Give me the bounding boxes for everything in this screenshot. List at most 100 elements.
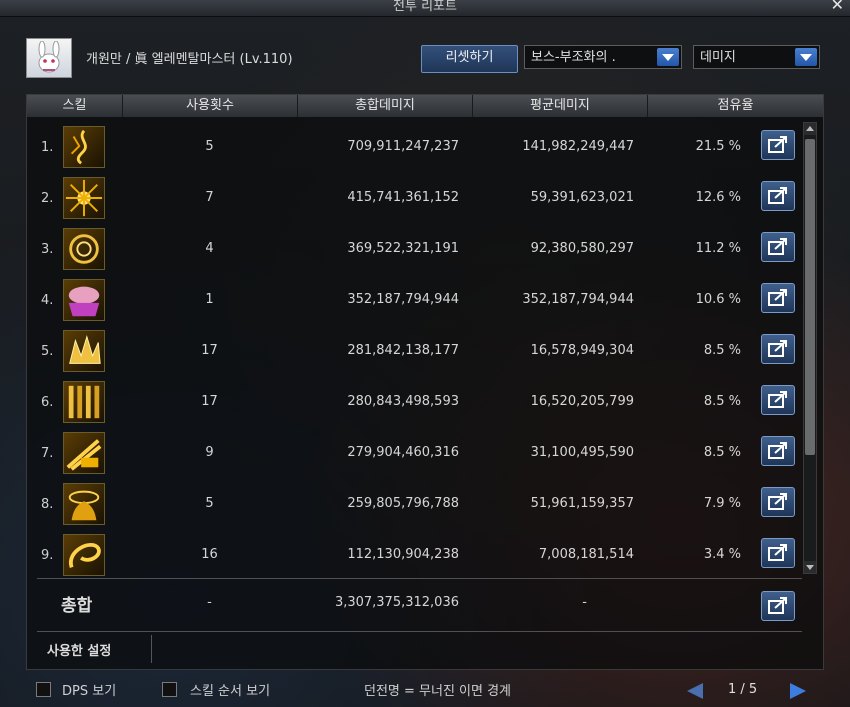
slash-skill-icon [63, 432, 105, 474]
row-share-button[interactable] [761, 130, 795, 160]
fire-spiral-skill-icon [63, 126, 105, 168]
close-icon[interactable]: ✕ [831, 0, 844, 13]
damage-share: 10.6 % [695, 292, 741, 307]
rank-number: 1. [41, 140, 54, 155]
chevron-down-icon[interactable] [657, 48, 679, 66]
export-icon [768, 391, 787, 408]
page-indicator: 1 / 5 [728, 682, 758, 697]
export-icon [768, 289, 787, 306]
damage-share: 8.5 % [703, 394, 741, 409]
summary-uses: - [207, 595, 212, 610]
table-row: 2. 7 415,741,361,152 59,391,623,021 12.6 % [27, 173, 823, 224]
column-header-skill[interactable]: 스킬 [27, 95, 123, 117]
use-count: 5 [205, 496, 214, 511]
dungeon-name: 던전명 = 무너진 이면 경계 [364, 684, 512, 699]
whirl-skill-icon [63, 534, 105, 576]
table-row: 3. 4 369,522,321,191 92,380,580,297 11.2 % [27, 224, 823, 275]
crystal-skill-icon [63, 330, 105, 372]
character-portrait-icon [38, 41, 60, 73]
vortex-skill-icon [63, 228, 105, 270]
row-share-button[interactable] [761, 232, 795, 262]
row-share-button[interactable] [761, 436, 795, 466]
export-icon [768, 493, 787, 510]
previous-page-icon[interactable] [687, 683, 703, 699]
table-scrollbar[interactable] [803, 122, 817, 574]
average-damage: 31,100,495,590 [530, 445, 634, 460]
use-count: 17 [201, 343, 218, 358]
reset-button[interactable]: 리셋하기 [421, 45, 518, 73]
metric-dropdown[interactable]: 데미지 [693, 45, 820, 69]
damage-share: 7.9 % [703, 496, 741, 511]
table-row: 9. 16 112,130,904,238 7,008,181,514 3.4 % [27, 530, 823, 581]
pillars-skill-icon [63, 381, 105, 423]
total-damage: 280,843,498,593 [347, 394, 459, 409]
row-share-button[interactable] [761, 487, 795, 517]
table-row: 4. 1 352,187,794,944 352,187,794,944 10.6 % [27, 275, 823, 326]
window-title: 전투 리포트 [393, 0, 457, 14]
burst-skill-icon [63, 177, 105, 219]
export-icon [768, 238, 787, 255]
total-damage: 112,130,904,238 [347, 547, 459, 562]
scroll-down-icon[interactable] [804, 561, 816, 573]
damage-share: 12.6 % [695, 190, 741, 205]
use-count: 7 [205, 190, 214, 205]
column-header-average-damage[interactable]: 평균데미지 [473, 95, 648, 117]
chevron-down-icon[interactable] [795, 48, 817, 66]
mode-dropdown-value: 보스-부조화의 . [531, 50, 616, 65]
damage-share: 21.5 % [695, 139, 741, 154]
next-page-icon[interactable] [790, 683, 806, 699]
export-icon [768, 187, 787, 204]
flame-ring-skill-icon [63, 483, 105, 525]
scroll-thumb[interactable] [805, 139, 815, 455]
average-damage: 16,578,949,304 [530, 343, 634, 358]
skill-order-label: 스킬 순서 보기 [190, 684, 271, 699]
character-name: 개원만 / 眞 엘레멘탈마스터 (Lv.110) [86, 52, 293, 67]
dps-view-checkbox[interactable] [36, 682, 51, 697]
mode-dropdown[interactable]: 보스-부조화의 . [524, 45, 682, 69]
dome-skill-icon [63, 279, 105, 321]
table-row: 6. 17 280,843,498,593 16,520,205,799 8.5 % [27, 377, 823, 428]
rank-number: 4. [41, 293, 54, 308]
row-share-button[interactable] [761, 538, 795, 568]
column-header-share[interactable]: 점유율 [648, 95, 823, 117]
damage-share: 3.4 % [703, 547, 741, 562]
export-icon [768, 136, 787, 153]
damage-share: 11.2 % [695, 241, 741, 256]
divider [37, 631, 802, 632]
use-count: 16 [201, 547, 218, 562]
table-row: 8. 5 259,805,796,788 51,961,159,357 7.9 % [27, 479, 823, 530]
window-titlebar: 전투 리포트 ✕ [0, 0, 850, 17]
skill-order-checkbox[interactable] [162, 682, 177, 697]
average-damage: 59,391,623,021 [530, 190, 634, 205]
row-share-button[interactable] [761, 334, 795, 364]
scroll-up-icon[interactable] [804, 123, 816, 135]
export-icon [768, 597, 787, 614]
dps-view-label: DPS 보기 [62, 684, 117, 699]
total-damage: 259,805,796,788 [347, 496, 459, 511]
row-share-button[interactable] [761, 181, 795, 211]
row-share-button[interactable] [761, 283, 795, 313]
rank-number: 2. [41, 191, 54, 206]
summary-label: 총합 [61, 596, 93, 616]
use-count: 4 [205, 241, 214, 256]
summary-share-button[interactable] [761, 591, 795, 621]
used-settings-label: 사용한 설정 [47, 644, 112, 659]
report-header: 개원만 / 眞 엘레멘탈마스터 (Lv.110) 리셋하기 보스-부조화의 . … [26, 38, 826, 78]
total-damage: 279,904,460,316 [347, 445, 459, 460]
average-damage: 141,982,249,447 [522, 139, 634, 154]
summary-total-damage: 3,307,375,312,036 [334, 595, 459, 610]
rank-number: 8. [41, 497, 54, 512]
total-damage: 281,842,138,177 [347, 343, 459, 358]
footer-bar: DPS 보기 스킬 순서 보기 던전명 = 무너진 이면 경계 1 / 5 [0, 676, 850, 707]
rank-number: 9. [41, 548, 54, 563]
total-damage: 352,187,794,944 [347, 292, 459, 307]
export-icon [768, 442, 787, 459]
skill-table: 스킬 사용횟수 총합데미지 평균데미지 점유율 1. 5 709,911,247,2… [26, 94, 824, 670]
summary-average-damage: - [582, 595, 587, 610]
table-row: 1. 5 709,911,247,237 141,982,249,447 21.5 % [27, 122, 823, 173]
row-share-button[interactable] [761, 385, 795, 415]
column-header-uses[interactable]: 사용횟수 [123, 95, 298, 117]
rank-number: 3. [41, 242, 54, 257]
column-header-total-damage[interactable]: 총합데미지 [298, 95, 473, 117]
rank-number: 5. [41, 344, 54, 359]
